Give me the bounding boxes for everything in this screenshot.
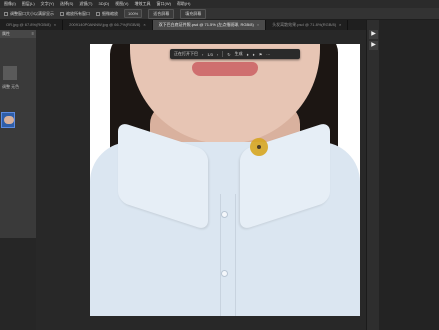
shirt-button	[221, 270, 228, 277]
chevron-left-icon[interactable]: ‹	[202, 52, 203, 57]
menu-help[interactable]: 帮助(H)	[177, 0, 191, 8]
tab-document-4[interactable]: 头发离散效果.psd @ 71.8%(RGB/8) ×	[266, 20, 349, 30]
refresh-icon[interactable]: ↻	[227, 52, 230, 57]
lips	[192, 62, 258, 76]
layer-thumbnail[interactable]	[1, 112, 15, 128]
zoom-value[interactable]: 100%	[124, 9, 143, 18]
play-icon[interactable]: ▶	[369, 41, 378, 50]
menu-layer[interactable]: 图层(L)	[22, 0, 35, 8]
shirt-button	[221, 211, 228, 218]
panel-menu-icon[interactable]: ≡	[32, 30, 34, 38]
menu-bar: 图像(I) 图层(L) 文字(Y) 选择(S) 滤镜(T) 3D(D) 视图(V…	[0, 0, 439, 8]
more-icon[interactable]: ⋯	[266, 52, 270, 57]
checkbox-icon[interactable]	[60, 11, 64, 16]
portrait-photo[interactable]	[90, 44, 360, 316]
close-icon[interactable]: ×	[143, 22, 145, 27]
right-panel-area	[379, 20, 439, 330]
document-tabs: OR.jpg @ 67.8%(RGB/8) × 2009140P0ANNW.jpg…	[0, 20, 366, 30]
menu-type[interactable]: 文字(Y)	[41, 0, 54, 8]
properties-panel: 属性 ≡ 调整 无色	[0, 30, 37, 238]
menu-image[interactable]: 图像(I)	[4, 0, 16, 8]
close-icon[interactable]: ×	[54, 22, 56, 27]
checkbox-icon[interactable]	[4, 11, 8, 16]
adjustment-label: 调整 无色	[2, 84, 20, 89]
menu-3d[interactable]: 3D(D)	[98, 0, 109, 8]
panel-header: 属性 ≡	[0, 30, 36, 38]
fill-screen-button[interactable]: 填充屏幕	[180, 8, 207, 19]
tab-document-2[interactable]: 2009140P0ANNW.jpg @ 66.7%(RGB/8) ×	[63, 20, 153, 30]
close-icon[interactable]: ×	[339, 22, 341, 27]
task-bar-text: 正在打开下巴	[174, 51, 198, 56]
menu-plugins[interactable]: 增效工具	[134, 0, 150, 8]
menu-select[interactable]: 选择(S)	[60, 0, 73, 8]
task-bar-page: 1/3	[207, 51, 213, 57]
fit-screen-button[interactable]: 适合屏幕	[148, 8, 175, 19]
cursor-highlight-icon	[250, 138, 268, 156]
menu-filter[interactable]: 滤镜(T)	[79, 0, 92, 8]
generate-button[interactable]: 生成	[235, 51, 243, 57]
options-bar: 调整窗口大小以满屏显示 缩放所有窗口 细微缩放 100% 适合屏幕 填充屏幕	[0, 8, 439, 20]
right-panel-strip: ▶ ▶	[366, 20, 380, 330]
menu-window[interactable]: 窗口(W)	[156, 0, 170, 8]
thumbs-down-icon[interactable]: ♦	[253, 52, 255, 57]
expand-panel-icon[interactable]: ▶	[369, 30, 378, 39]
close-icon[interactable]: ×	[257, 22, 259, 27]
tab-document-active[interactable]: 双下巴白底证件照.psd @ 71.5% (左点指斑球, RGB/8) ×	[152, 20, 267, 30]
chevron-right-icon[interactable]: ›	[217, 52, 218, 57]
zoom-all-option[interactable]: 缩放所有窗口	[60, 11, 90, 17]
thumbs-up-icon[interactable]: ♦	[247, 52, 249, 57]
menu-view[interactable]: 视图(V)	[115, 0, 128, 8]
resize-windows-option[interactable]: 调整窗口大小以满屏显示	[4, 11, 54, 17]
scrubby-zoom-option[interactable]: 细微缩放	[96, 11, 118, 17]
adjustment-preview	[3, 66, 17, 80]
contextual-task-bar: 正在打开下巴 ‹ 1/3 › ↻ 生成 ♦ ♦ ⚑ ⋯	[170, 49, 300, 59]
tab-document-1[interactable]: OR.jpg @ 67.8%(RGB/8) ×	[0, 20, 64, 30]
flag-icon[interactable]: ⚑	[259, 52, 263, 57]
checkbox-icon[interactable]	[96, 11, 100, 16]
